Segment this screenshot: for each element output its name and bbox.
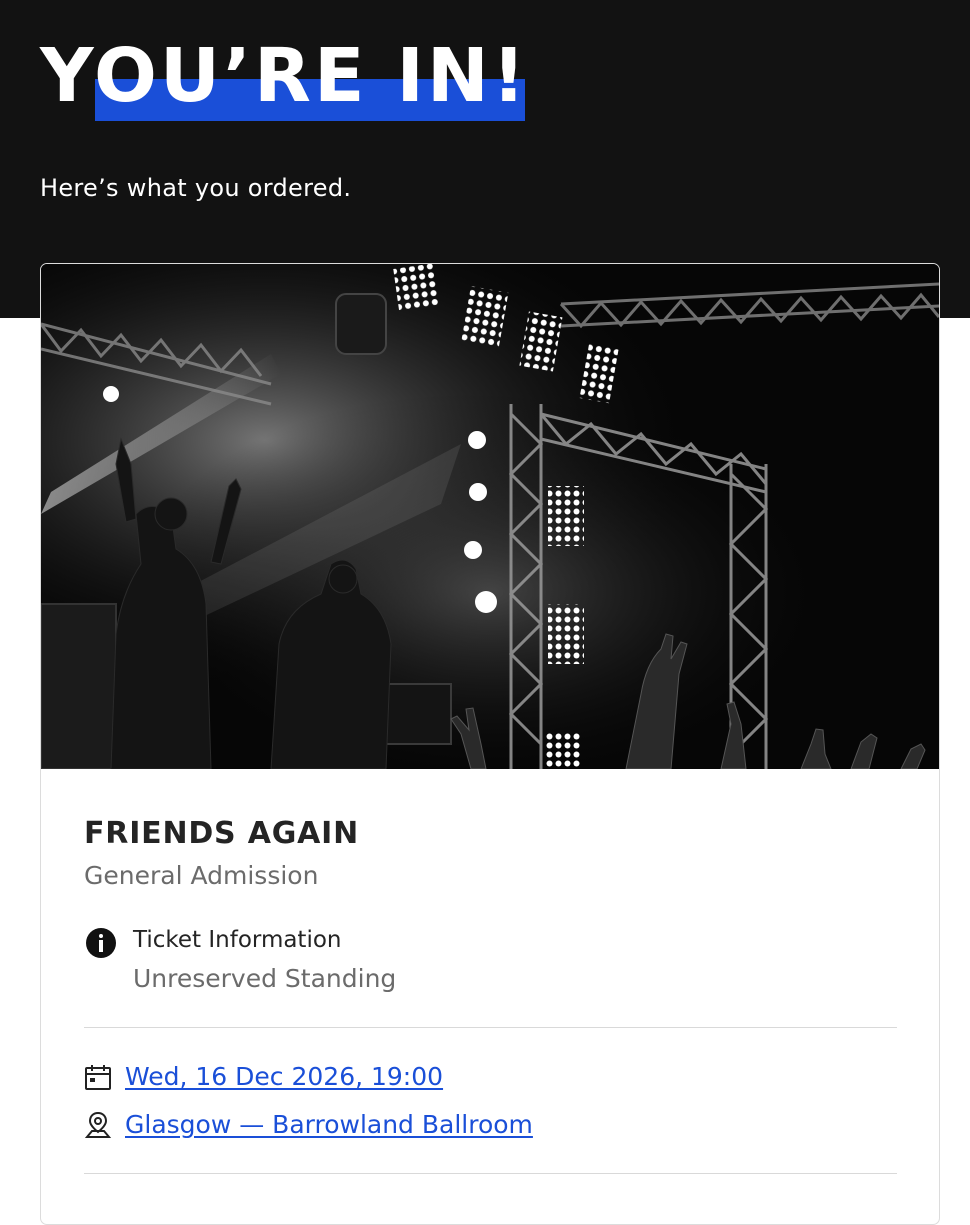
event-photo [41,264,939,769]
page-subtitle: Here’s what you ordered. [40,174,352,202]
ticket-type: General Admission [84,861,319,890]
event-venue-link[interactable]: Glasgow — Barrowland Ballroom [125,1108,533,1142]
order-card: FRIENDS AGAIN General Admission Ticket I… [40,263,940,1225]
location-pin-icon [84,1111,112,1138]
calendar-icon [85,1065,111,1090]
event-date-link[interactable]: Wed, 16 Dec 2026, 19:00 [125,1060,443,1094]
page-title: YOU’RE IN! [40,33,529,119]
ticket-info-heading: Ticket Information [133,927,342,953]
event-title: FRIENDS AGAIN [84,816,360,851]
headline-block: YOU’RE IN! [40,34,560,124]
divider [84,1173,897,1174]
ticket-info-value: Unreserved Standing [133,964,397,993]
divider [84,1027,897,1028]
info-icon [86,928,116,958]
